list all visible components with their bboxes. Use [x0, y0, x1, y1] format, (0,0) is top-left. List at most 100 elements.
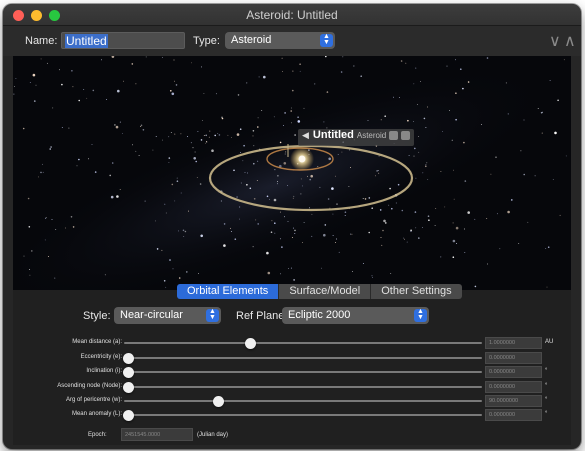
- star: [332, 235, 334, 236]
- star: [378, 155, 380, 157]
- param-slider-track[interactable]: [124, 400, 482, 402]
- tab-other-settings[interactable]: Other Settings: [371, 284, 462, 299]
- star: [266, 251, 269, 255]
- param-slider-knob[interactable]: [123, 410, 134, 421]
- star: [23, 255, 25, 257]
- window-title: Asteroid: Untitled: [246, 8, 338, 22]
- star: [203, 92, 205, 94]
- checkbox-icon[interactable]: [401, 130, 411, 140]
- star: [279, 238, 281, 240]
- star: [131, 63, 134, 65]
- star: [237, 94, 240, 96]
- star: [425, 165, 427, 168]
- star: [257, 117, 259, 119]
- star: [227, 134, 229, 136]
- param-slider-knob[interactable]: [244, 338, 256, 349]
- param-slider-track[interactable]: [124, 386, 482, 388]
- star: [380, 119, 382, 121]
- param-value-field[interactable]: 0.0000000: [485, 381, 542, 393]
- star: [132, 144, 134, 146]
- param-slider-track[interactable]: [124, 342, 482, 344]
- param-unit: °: [545, 411, 548, 417]
- star: [281, 246, 283, 248]
- star: [280, 273, 282, 275]
- title-bar: Asteroid: Untitled: [3, 4, 581, 26]
- star: [195, 160, 197, 163]
- ref-plane-select[interactable]: Ecliptic 2000 ▲ ▼: [282, 307, 429, 324]
- star: [362, 263, 364, 264]
- param-slider-knob[interactable]: [123, 353, 134, 364]
- star: [174, 80, 176, 82]
- star: [142, 129, 145, 131]
- star: [200, 234, 203, 238]
- style-select[interactable]: Near-circular ▲ ▼: [114, 307, 221, 324]
- star: [78, 99, 80, 102]
- star: [440, 170, 442, 172]
- tab-orbital-elements[interactable]: Orbital Elements: [177, 284, 280, 299]
- star: [303, 107, 305, 109]
- param-slider-track[interactable]: [124, 357, 482, 359]
- star: [496, 213, 498, 215]
- orbit-viewport[interactable]: ◀ Untitled Asteroid: [13, 56, 571, 290]
- star: [446, 65, 448, 67]
- star: [285, 151, 287, 153]
- epoch-field[interactable]: 2451545.0000: [121, 428, 193, 441]
- star: [253, 198, 256, 200]
- param-slider-knob[interactable]: [123, 367, 134, 378]
- star: [545, 248, 547, 249]
- star: [344, 215, 346, 217]
- star: [252, 135, 254, 137]
- param-slider-knob[interactable]: [123, 382, 134, 393]
- param-label: Eccentricity (e):: [80, 354, 122, 360]
- star: [554, 131, 557, 135]
- param-value-field[interactable]: 0.0000000: [485, 366, 542, 378]
- star: [462, 87, 464, 90]
- star: [332, 213, 334, 215]
- star: [135, 83, 137, 85]
- info-icon[interactable]: [389, 130, 399, 140]
- star: [405, 62, 407, 64]
- star: [388, 204, 390, 206]
- star: [229, 227, 231, 229]
- param-slider-track[interactable]: [124, 371, 482, 373]
- star: [534, 175, 536, 177]
- star: [290, 110, 293, 112]
- star: [290, 122, 292, 124]
- star: [549, 80, 551, 81]
- param-value-field[interactable]: 0.0000000: [485, 409, 542, 421]
- star: [268, 198, 270, 200]
- style-label: Style:: [83, 310, 111, 322]
- star: [116, 195, 119, 198]
- star: [314, 83, 316, 85]
- star: [415, 227, 417, 229]
- name-field[interactable]: Untitled: [61, 32, 185, 49]
- param-label: Ascending node (Node):: [57, 383, 122, 389]
- object-label[interactable]: ◀ Untitled Asteroid: [298, 129, 415, 146]
- star: [511, 199, 513, 201]
- param-value-field[interactable]: 1.0000000: [485, 337, 542, 349]
- star: [51, 219, 53, 221]
- star: [168, 136, 170, 138]
- star: [337, 154, 339, 155]
- star: [72, 226, 75, 228]
- param-value-field[interactable]: 90.0000000: [485, 395, 542, 407]
- tab-surface-model[interactable]: Surface/Model: [279, 284, 372, 299]
- star: [279, 141, 282, 144]
- chevron-down-icon[interactable]: ∨: [549, 31, 561, 51]
- star: [170, 90, 172, 92]
- chevron-up-icon[interactable]: ∧: [564, 31, 576, 51]
- star: [178, 230, 180, 232]
- param-value-field[interactable]: 0.0000000: [485, 352, 542, 364]
- type-value: Asteroid: [231, 34, 272, 46]
- param-slider-knob[interactable]: [212, 396, 224, 407]
- star: [418, 151, 420, 153]
- star: [474, 285, 477, 288]
- star: [256, 179, 258, 181]
- type-select[interactable]: Asteroid ▲ ▼: [225, 32, 335, 49]
- star: [236, 196, 238, 198]
- star: [101, 59, 103, 61]
- star: [301, 185, 303, 187]
- star: [34, 100, 36, 102]
- param-slider-track[interactable]: [124, 414, 482, 416]
- star: [527, 221, 529, 223]
